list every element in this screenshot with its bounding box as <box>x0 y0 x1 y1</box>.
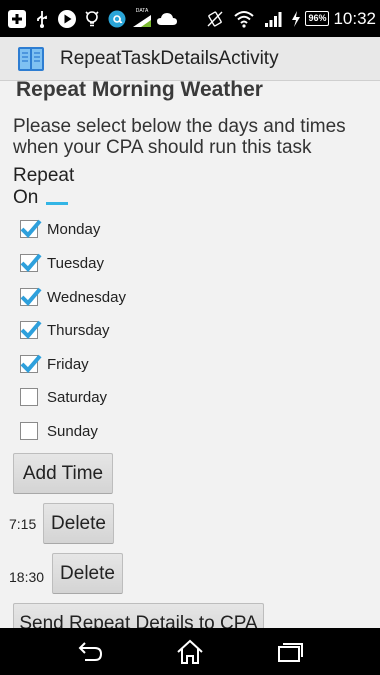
day-label: Monday <box>47 220 101 238</box>
time-value: 7:15 <box>9 516 37 532</box>
checkbox-checked[interactable] <box>20 320 42 339</box>
navigation-bar <box>0 628 380 675</box>
add-time-button[interactable]: Add Time <box>13 453 113 494</box>
app-book-icon <box>16 44 46 74</box>
tab-indicator <box>46 202 68 205</box>
day-label: Friday <box>47 355 89 373</box>
day-checkbox-tuesday[interactable]: Tuesday <box>20 251 104 275</box>
day-label: Tuesday <box>47 254 104 272</box>
delete-time-button[interactable]: Delete <box>52 553 123 594</box>
day-checkbox-sunday[interactable]: Sunday <box>20 419 98 443</box>
at-sign-icon <box>106 8 128 30</box>
task-title: Repeat Morning Weather <box>16 78 263 101</box>
charging-icon <box>291 8 301 30</box>
checkbox-checked[interactable] <box>20 287 42 306</box>
checkbox-checked[interactable] <box>20 219 42 238</box>
lightbulb-icon <box>81 8 103 30</box>
plus-icon <box>6 8 28 30</box>
day-label: Wednesday <box>47 288 126 306</box>
day-label: Thursday <box>47 321 110 339</box>
day-checkbox-saturday[interactable]: Saturday <box>20 385 107 409</box>
delete-time-button[interactable]: Delete <box>43 503 114 544</box>
wifi-icon <box>233 8 255 30</box>
back-icon[interactable] <box>70 634 110 670</box>
battery-indicator: 96% <box>305 11 330 26</box>
action-bar: RepeatTaskDetailsActivity <box>0 37 380 81</box>
usb-icon <box>31 8 53 30</box>
play-store-icon <box>56 8 78 30</box>
no-vibrate-icon <box>204 8 226 30</box>
cloud-icon <box>156 8 178 30</box>
action-bar-title: RepeatTaskDetailsActivity <box>60 47 279 69</box>
repeat-on-tab[interactable]: Repeat On <box>13 165 99 208</box>
day-checkbox-friday[interactable]: Friday <box>20 352 89 376</box>
time-value: 18:30 <box>9 569 45 585</box>
signal-icon <box>262 8 284 30</box>
checkbox-unchecked[interactable] <box>20 422 38 440</box>
day-checkbox-thursday[interactable]: Thursday <box>20 318 110 342</box>
instructions-text: Please select below the days and times w… <box>13 116 346 158</box>
status-clock: 10:32 <box>333 8 376 28</box>
recents-icon[interactable] <box>270 634 310 670</box>
checkbox-unchecked[interactable] <box>20 388 38 406</box>
day-label: Sunday <box>47 422 98 440</box>
day-checkbox-monday[interactable]: Monday <box>20 217 100 241</box>
home-icon[interactable] <box>170 634 210 670</box>
checkbox-checked[interactable] <box>20 354 42 373</box>
checkbox-checked[interactable] <box>20 253 42 272</box>
day-label: Saturday <box>47 388 108 406</box>
status-bar: DATA 96% 10:32 <box>0 0 380 37</box>
day-checkbox-wednesday[interactable]: Wednesday <box>20 285 126 309</box>
data-icon: DATA <box>131 8 153 30</box>
